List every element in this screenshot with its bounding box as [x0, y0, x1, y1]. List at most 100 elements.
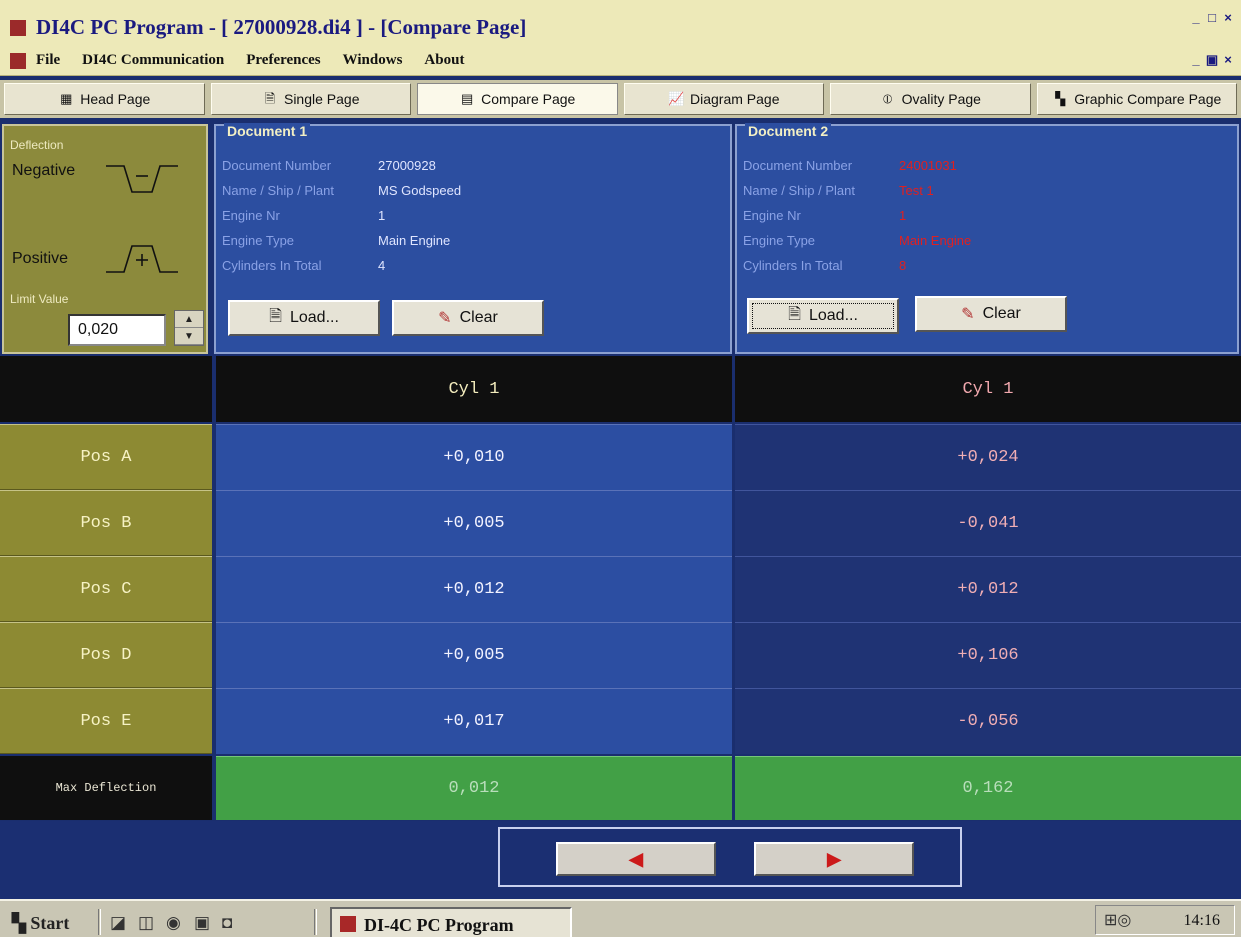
limit-value-input[interactable] — [68, 314, 166, 346]
doc1-field: Engine Type Main Engine — [222, 233, 451, 248]
tab-compare-page[interactable]: ▤ Compare Page — [417, 83, 618, 115]
doc1-max-deflection: 0,012 — [216, 756, 732, 820]
limit-value-label: Limit Value — [8, 292, 71, 306]
doc2-column-header: Cyl 1 — [735, 356, 1241, 422]
positive-deflection-icon — [106, 245, 178, 273]
doc2-value-cell: -0,041 — [735, 490, 1241, 556]
system-tray: ⊞◎ 14:16 — [1095, 905, 1235, 935]
taskbar-separator — [98, 909, 101, 935]
window-controls: _ □ × — [1189, 11, 1235, 25]
pages-icon: ▤ — [461, 91, 474, 106]
menu-about[interactable]: About — [424, 52, 464, 69]
quicklaunch-desktop-icon[interactable]: ◪ — [110, 913, 126, 933]
arrow-right-icon: ▶ — [827, 848, 841, 869]
max-deflection-label: Max Deflection — [0, 756, 212, 820]
page-icon: 🗎 — [264, 91, 276, 106]
doc2-value-cell: +0,024 — [735, 424, 1241, 490]
tab-diagram-page[interactable]: 📈 Diagram Page — [623, 83, 824, 115]
doc2-field: Cylinders In Total 8 — [743, 258, 907, 273]
doc2-value-cell: +0,106 — [735, 622, 1241, 688]
app-icon[interactable] — [10, 20, 26, 36]
taskbar-app-button[interactable]: DI-4C PC Program — [330, 907, 572, 937]
menu-items: File DI4C Communication Preferences Wind… — [36, 52, 464, 69]
load-icon: 🗎 — [269, 307, 282, 325]
doc1-value-cell: +0,017 — [216, 688, 732, 754]
previous-button[interactable]: ◀ — [556, 842, 716, 876]
doc2-clear-button[interactable]: ✎ Clear — [915, 296, 1067, 332]
document-1-title: Document 1 — [224, 123, 311, 139]
menu-di4c-communication[interactable]: DI4C Communication — [82, 52, 224, 69]
minimize-button[interactable]: _ — [1189, 11, 1203, 25]
doc2-field: Engine Type Main Engine — [743, 233, 972, 248]
load-icon: 🗎 — [788, 305, 801, 323]
document-icon[interactable] — [10, 53, 26, 69]
doc2-value-cell: -0,056 — [735, 688, 1241, 754]
menu-file[interactable]: File — [36, 52, 60, 69]
menu-windows[interactable]: Windows — [343, 52, 403, 69]
table-icon: ▦ — [60, 91, 73, 106]
tab-ovality-page[interactable]: ⦶ Ovality Page — [830, 83, 1031, 115]
row-label-pos-d: Pos D — [0, 622, 212, 688]
doc2-field: Name / Ship / Plant Test 1 — [743, 183, 934, 198]
quicklaunch-explorer-icon[interactable]: ◫ — [138, 913, 154, 933]
grid-corner — [0, 356, 212, 422]
app-icon — [340, 916, 356, 932]
quicklaunch-document-icon[interactable]: ▣ — [194, 913, 210, 933]
negative-label: Negative — [12, 162, 76, 179]
row-label-pos-b: Pos B — [0, 490, 212, 556]
next-button[interactable]: ▶ — [754, 842, 914, 876]
graphic-compare-icon: ▚ — [1055, 91, 1066, 106]
maximize-button[interactable]: □ — [1205, 11, 1219, 25]
doc2-load-button[interactable]: 🗎 Load... — [747, 298, 899, 334]
tab-graphic-compare-page[interactable]: ▚ Graphic Compare Page — [1036, 83, 1237, 115]
doc1-field: Name / Ship / Plant MS Godspeed — [222, 183, 462, 198]
negative-deflection-icon — [106, 165, 178, 193]
doc1-load-button[interactable]: 🗎 Load... — [228, 300, 380, 336]
start-button[interactable]: ▚ Start — [12, 913, 69, 934]
doc2-value-cell: +0,012 — [735, 556, 1241, 622]
row-label-pos-a: Pos A — [0, 424, 212, 490]
tray-network-icon[interactable]: ⊞◎ — [1104, 910, 1131, 930]
doc1-value-cell: +0,005 — [216, 490, 732, 556]
doc1-field: Cylinders In Total 4 — [222, 258, 386, 273]
row-label-pos-e: Pos E — [0, 688, 212, 754]
deflection-group-label: Deflection — [8, 138, 66, 152]
menu-bar: File DI4C Communication Preferences Wind… — [0, 46, 1241, 76]
doc1-value-cell: +0,005 — [216, 622, 732, 688]
taskbar-separator — [314, 909, 317, 935]
clear-icon: ✎ — [961, 306, 975, 323]
menu-preferences[interactable]: Preferences — [246, 52, 320, 69]
quicklaunch-app-icon[interactable]: ◘ — [222, 913, 232, 933]
clear-icon: ✎ — [438, 310, 452, 327]
tab-head-page[interactable]: ▦ Head Page — [4, 83, 205, 115]
deflection-panel: Deflection Negative Positive Limit Value… — [2, 124, 208, 354]
tab-single-page[interactable]: 🗎 Single Page — [210, 83, 411, 115]
document-2-panel: Document 2 Document Number 24001031 Name … — [735, 123, 1239, 354]
doc1-column-header: Cyl 1 — [216, 356, 732, 422]
spin-up-icon[interactable]: ▲ — [175, 311, 203, 328]
doc-minimize-button[interactable]: _ — [1189, 53, 1203, 67]
doc2-field: Document Number 24001031 — [743, 158, 957, 173]
quicklaunch-browser-icon[interactable]: ◉ — [166, 913, 181, 933]
ovality-icon: ⦶ — [882, 91, 893, 106]
chart-icon: 📈 — [668, 91, 685, 106]
clock: 14:16 — [1183, 912, 1220, 929]
doc1-value-cell: +0,012 — [216, 556, 732, 622]
document-1-panel: Document 1 Document Number 27000928 Name … — [214, 123, 732, 354]
doc2-field: Engine Nr 1 — [743, 208, 907, 223]
page-tabs: ▦ Head Page 🗎 Single Page ▤ Compare Page 📈 D… — [0, 80, 1241, 118]
doc-restore-button[interactable]: ▣ — [1205, 53, 1219, 67]
doc2-max-deflection: 0,162 — [735, 756, 1241, 820]
doc-close-button[interactable]: × — [1221, 53, 1235, 67]
close-button[interactable]: × — [1221, 11, 1235, 25]
title-bar: DI4C PC Program - [ 27000928.di4 ] - [Co… — [0, 0, 1241, 46]
arrow-left-icon: ◀ — [629, 848, 643, 869]
positive-label: Positive — [12, 250, 69, 267]
window-title: DI4C PC Program - [ 27000928.di4 ] - [Co… — [36, 15, 527, 39]
taskbar: ▚ Start ◪ ◫ ◉ ▣ ◘ DI-4C PC Program ⊞◎ 14… — [0, 899, 1241, 937]
doc1-value-cell: +0,010 — [216, 424, 732, 490]
spin-down-icon[interactable]: ▼ — [175, 328, 203, 345]
document-2-title: Document 2 — [745, 123, 832, 139]
limit-value-spinner[interactable]: ▲ ▼ — [174, 310, 204, 346]
doc1-clear-button[interactable]: ✎ Clear — [392, 300, 544, 336]
